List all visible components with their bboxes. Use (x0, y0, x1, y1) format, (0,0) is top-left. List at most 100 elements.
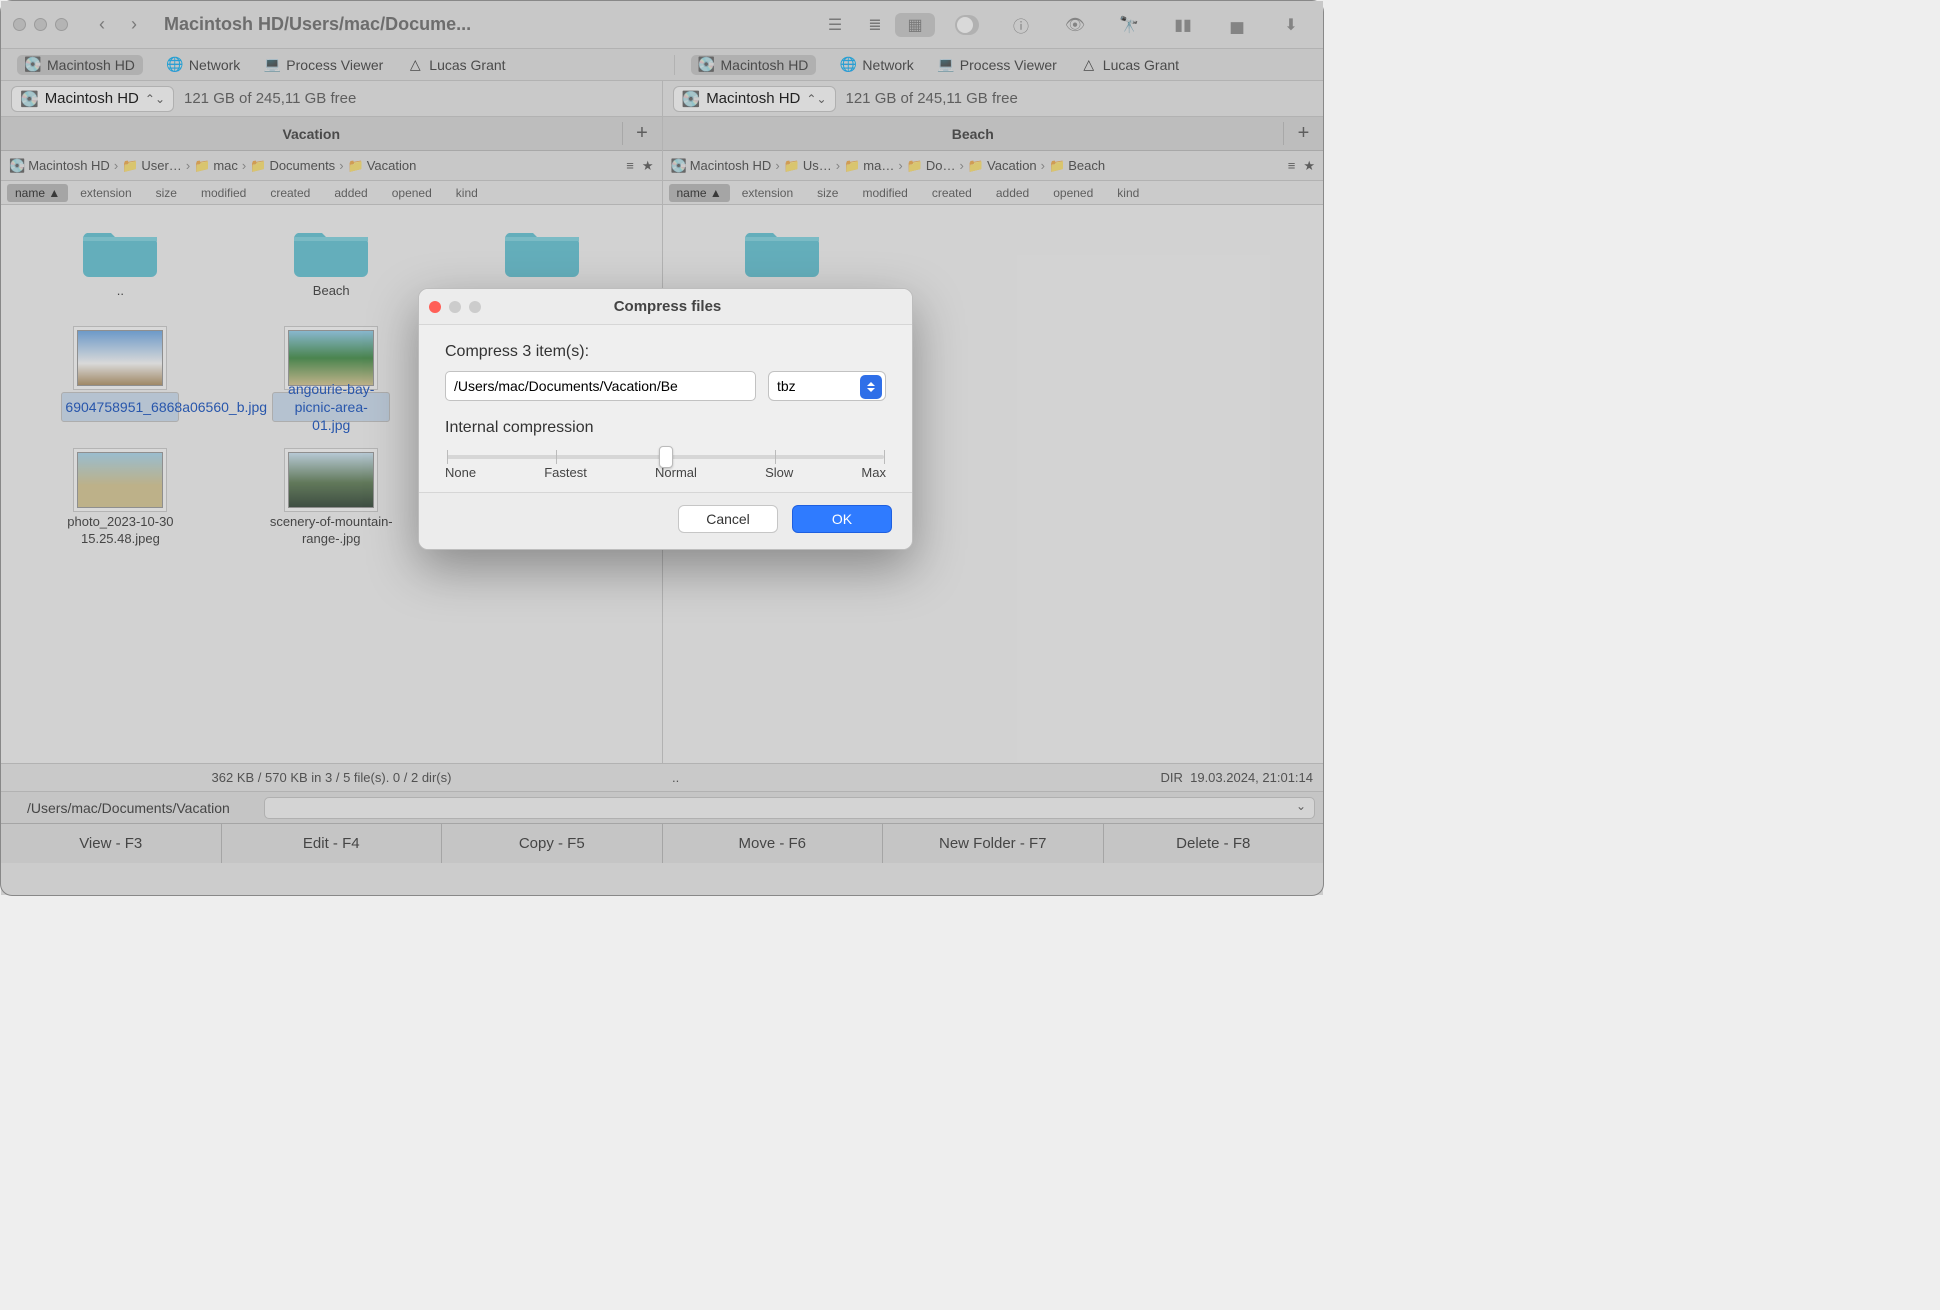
crumb[interactable]: 📁 ma… (844, 158, 894, 174)
col-size[interactable]: size (805, 186, 850, 200)
terminal-icon[interactable]: ▅ (1225, 15, 1249, 35)
column-headers[interactable]: name ▲ extension size modified created a… (663, 181, 1324, 205)
column-headers[interactable]: name ▲ extension size modified created a… (1, 181, 662, 205)
view-columns-icon[interactable]: ≣ (855, 13, 895, 37)
shelf-process-viewer[interactable]: 💻Process Viewer (264, 57, 383, 73)
tab-beach[interactable]: Beach (663, 126, 1284, 142)
col-added[interactable]: added (322, 186, 379, 200)
hidden-toggle[interactable] (955, 15, 979, 35)
col-modified[interactable]: modified (189, 186, 258, 200)
list-item[interactable]: Beach (226, 219, 437, 300)
slider-thumb[interactable] (659, 446, 673, 468)
dual-pane-icon[interactable]: ▮▮ (1171, 15, 1195, 35)
list-item[interactable]: 6904758951_6868a06560_b.jpg (15, 330, 226, 422)
list-item[interactable] (677, 219, 888, 283)
binoculars-icon[interactable]: 🔭 (1117, 15, 1141, 35)
crumb[interactable]: 💽 Macintosh HD (671, 158, 772, 174)
crumb[interactable]: 📁 Do… (907, 158, 956, 174)
disk-selector[interactable]: 💽 Macintosh HD ⌃⌄ (673, 86, 836, 112)
status-left: 362 KB / 570 KB in 3 / 5 file(s). 0 / 2 … (1, 764, 662, 791)
archive-path-input[interactable] (445, 371, 756, 401)
tab-add-icon[interactable]: + (622, 122, 662, 145)
info-icon[interactable]: ⓘ (1009, 15, 1033, 35)
col-name[interactable]: name ▲ (7, 184, 68, 202)
col-created[interactable]: created (258, 186, 322, 200)
view-mode-segment[interactable]: ☰ ≣ ▦ (815, 13, 935, 37)
crumb[interactable]: 📁 Beach (1049, 158, 1105, 174)
star-icon[interactable]: ★ (642, 158, 654, 174)
list-item[interactable]: .. (15, 219, 226, 300)
status-datetime: 19.03.2024, 21:01:14 (1190, 770, 1313, 785)
nav-forward-icon[interactable]: › (120, 12, 148, 38)
view-grid-icon[interactable]: ▦ (895, 13, 935, 37)
disk-row: 💽 Macintosh HD ⌃⌄ 121 GB of 245,11 GB fr… (663, 81, 1324, 117)
nav-back-icon[interactable]: ‹ (88, 12, 116, 38)
col-extension[interactable]: extension (68, 186, 143, 200)
close-window-icon[interactable] (13, 18, 26, 31)
fkey-move[interactable]: Move - F6 (663, 824, 884, 863)
shelf-network[interactable]: 🌐Network (167, 57, 240, 73)
shelf-label: Network (189, 57, 240, 73)
crumb[interactable]: 📁 Vacation (968, 158, 1037, 174)
compression-slider[interactable]: None Fastest Normal Slow Max (445, 455, 886, 484)
col-kind[interactable]: kind (1105, 186, 1151, 200)
fkey-delete[interactable]: Delete - F8 (1104, 824, 1324, 863)
shelf-gdrive[interactable]: △Lucas Grant (407, 57, 505, 73)
folder-icon (83, 219, 157, 277)
close-dialog-icon[interactable] (429, 301, 441, 313)
laptop-icon: 💻 (938, 57, 954, 73)
path-dropdown[interactable] (264, 797, 1315, 819)
list-icon[interactable]: ≡ (1288, 158, 1296, 174)
fkey-newfolder[interactable]: New Folder - F7 (883, 824, 1104, 863)
fkey-edit[interactable]: Edit - F4 (222, 824, 443, 863)
download-icon[interactable]: ⬇ (1279, 15, 1303, 35)
ok-button[interactable]: OK (792, 505, 892, 533)
file-label: angourie-bay-picnic-area-01.jpg (272, 392, 390, 422)
compress-dialog: Compress files Compress 3 item(s): tbz I… (418, 288, 913, 550)
gdrive-icon: △ (1081, 57, 1097, 73)
zoom-dialog-icon[interactable] (469, 301, 481, 313)
list-item[interactable]: photo_2023-10-30 15.25.48.jpeg (15, 452, 226, 548)
col-opened[interactable]: opened (1041, 186, 1105, 200)
tab-vacation[interactable]: Vacation (1, 126, 622, 142)
disk-name: Macintosh HD (45, 90, 139, 107)
col-name[interactable]: name ▲ (669, 184, 730, 202)
shelf-macintosh-hd[interactable]: 💽Macintosh HD (691, 55, 817, 75)
shelf-gdrive[interactable]: △Lucas Grant (1081, 57, 1179, 73)
fkey-bar: View - F3 Edit - F4 Copy - F5 Move - F6 … (1, 823, 1323, 863)
crumb[interactable]: 📁 Us… (784, 158, 832, 174)
shelf-process-viewer[interactable]: 💻Process Viewer (938, 57, 1057, 73)
list-item[interactable]: scenery-of-mountain-range-.jpg (226, 452, 437, 548)
col-modified[interactable]: modified (850, 186, 919, 200)
star-icon[interactable]: ★ (1303, 158, 1315, 174)
fkey-copy[interactable]: Copy - F5 (442, 824, 663, 863)
crumb[interactable]: 💽 Macintosh HD (9, 158, 110, 174)
col-extension[interactable]: extension (730, 186, 805, 200)
shelf-label: Process Viewer (286, 57, 383, 73)
fkey-view[interactable]: View - F3 (1, 824, 222, 863)
tab-add-icon[interactable]: + (1283, 122, 1323, 145)
folder-icon (745, 219, 819, 277)
archive-format-select[interactable]: tbz (768, 371, 886, 401)
shelf-macintosh-hd[interactable]: 💽Macintosh HD (17, 55, 143, 75)
col-size[interactable]: size (144, 186, 189, 200)
col-kind[interactable]: kind (444, 186, 490, 200)
minimize-dialog-icon[interactable] (449, 301, 461, 313)
minimize-window-icon[interactable] (34, 18, 47, 31)
crumb[interactable]: 📁 Vacation (348, 158, 417, 174)
list-icon[interactable]: ≡ (626, 158, 634, 174)
crumb[interactable]: 📁 Documents (250, 158, 335, 174)
cancel-button[interactable]: Cancel (678, 505, 778, 533)
crumb[interactable]: 📁 mac (194, 158, 238, 174)
col-opened[interactable]: opened (380, 186, 444, 200)
shelf-network[interactable]: 🌐Network (840, 57, 913, 73)
chevron-updown-icon: ⌃⌄ (145, 92, 165, 106)
view-list-icon[interactable]: ☰ (815, 13, 855, 37)
col-added[interactable]: added (984, 186, 1041, 200)
preview-eye-icon[interactable]: 👁 (1063, 15, 1087, 35)
disk-selector[interactable]: 💽 Macintosh HD ⌃⌄ (11, 86, 174, 112)
shelf-label: Network (862, 57, 913, 73)
crumb[interactable]: 📁 User… (122, 158, 182, 174)
zoom-window-icon[interactable] (55, 18, 68, 31)
col-created[interactable]: created (920, 186, 984, 200)
